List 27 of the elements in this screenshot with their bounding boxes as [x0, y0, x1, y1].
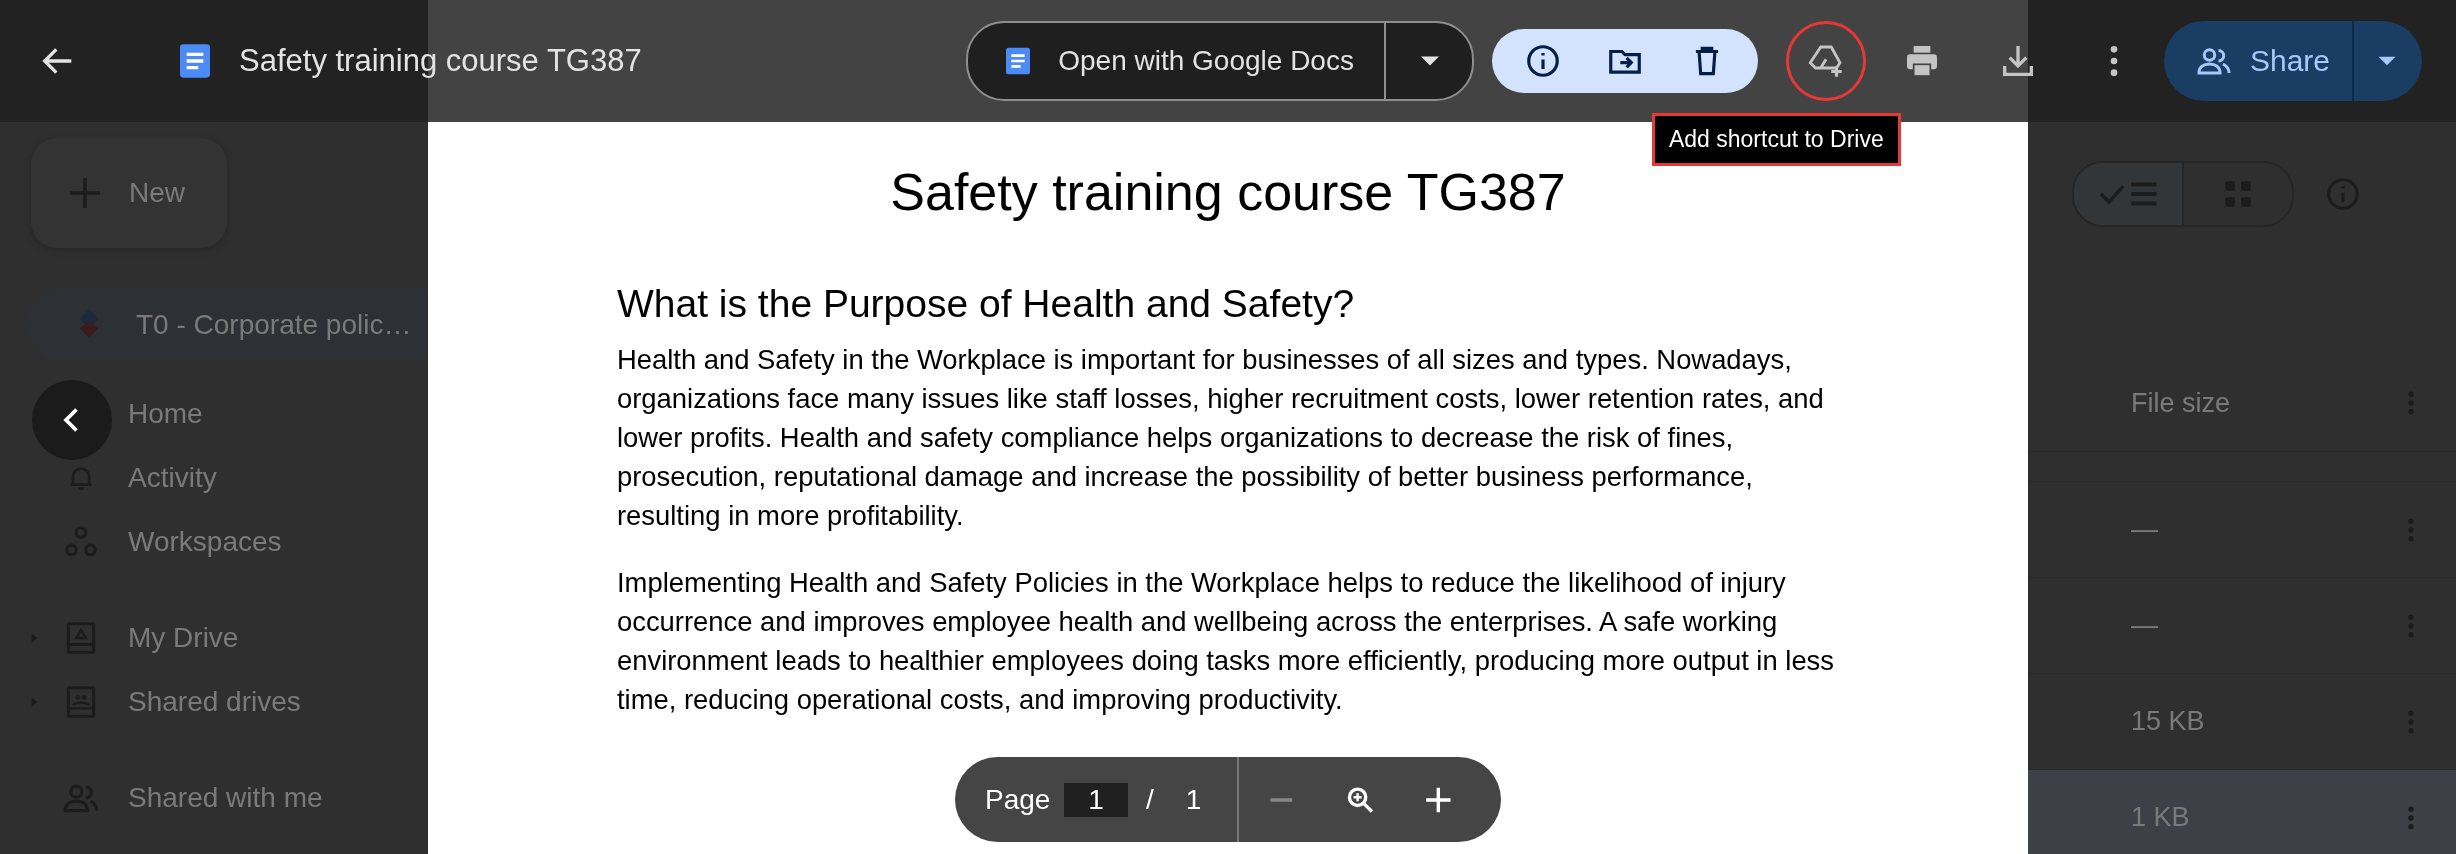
page-number-field[interactable]: 1	[1064, 782, 1128, 817]
sidebar-item[interactable]: Activity	[0, 446, 428, 510]
file-row[interactable]: —	[2028, 578, 2456, 674]
sidebar-item[interactable]: My Drive	[0, 606, 428, 670]
document-title: Safety training course TG387	[889, 162, 1567, 222]
document-heading: What is the Purpose of Health and Safety?	[617, 282, 1356, 326]
sidebar-item[interactable]: Shared drives	[0, 670, 428, 734]
workspace-label: T0 - Corporate polic…	[136, 309, 412, 341]
file-row[interactable]: —	[2028, 482, 2456, 578]
new-button[interactable]: New	[31, 138, 227, 248]
paragraph: Health and Safety in the Workplace is important for businesses of all sizes and types. Nowadays, organizations face many issues like staff losses, higher recruitment costs, lower retention rates, and lower profits. Health and safety compliance helps organizations to decrease the risk of fines, prosecution, reputational damage and increase the possibility of better business performance, resulting in more profitability.	[617, 343, 1825, 533]
page-separator: /	[1145, 783, 1154, 816]
column-header[interactable]: File size	[2131, 387, 2231, 419]
page-total: 1	[1185, 783, 1202, 816]
sidebar-item[interactable]: Workspaces	[0, 510, 428, 574]
window-title: Safety training course TG387	[239, 43, 642, 79]
tooltip: Add shortcut to Drive	[1651, 113, 1901, 166]
sidebar-item[interactable]: Home	[0, 382, 428, 446]
sidebar-item[interactable]: Shared with me	[0, 766, 428, 830]
page-label: Page	[985, 783, 1051, 816]
paragraph: Implementing Health and Safety Policies in the Workplace helps to reduce the likelihood of injury occurrence and improves employee health and wellbeing across the enterprises. A safe working environment leads to healthier employees doing tasks more efficiently, producing more output in less time, reducing operational costs, and improving productivity.	[617, 566, 1835, 717]
file-size: —	[2131, 610, 2158, 641]
pinned-workspace[interactable]: T0 - Corporate polic…	[28, 288, 428, 362]
file-size: 1 KB	[2131, 802, 2190, 833]
file-row[interactable]: 1 KB	[2028, 770, 2456, 854]
file-size: —	[2131, 514, 2158, 545]
file-size: 15 KB	[2131, 706, 2205, 737]
